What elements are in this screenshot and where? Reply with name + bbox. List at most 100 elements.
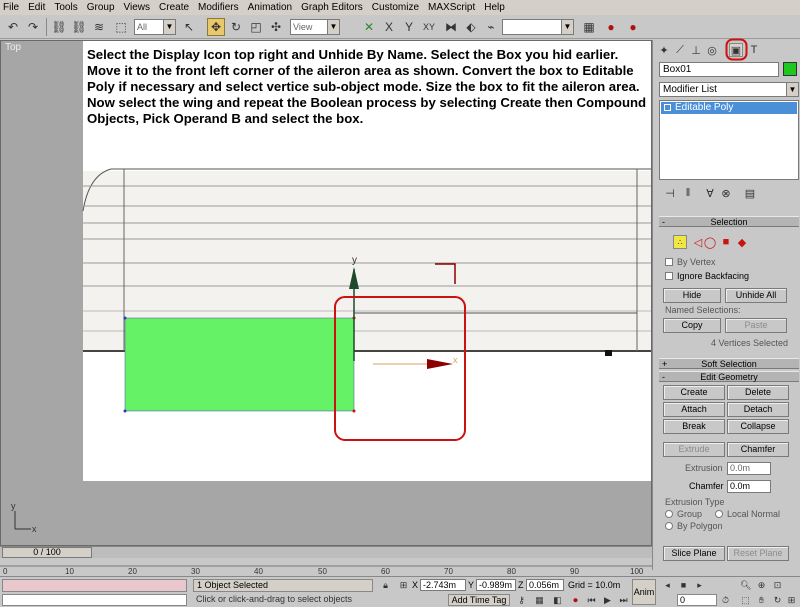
menu-group[interactable]: Group bbox=[87, 2, 115, 13]
ignore-backfacing-checkbox[interactable] bbox=[665, 272, 673, 280]
polygon-mode-icon[interactable]: ■ bbox=[719, 235, 733, 249]
extrude-button[interactable]: Extrude bbox=[663, 442, 725, 457]
maxscript-input-field[interactable] bbox=[2, 594, 187, 606]
slice-plane-button[interactable]: Slice Plane bbox=[663, 546, 725, 561]
hierarchy-tab-icon[interactable]: ⊥ bbox=[689, 43, 703, 57]
chamfer-spinner[interactable]: 0.0m bbox=[727, 480, 771, 493]
zoom-all-icon[interactable]: ⊕ bbox=[756, 580, 767, 591]
menu-modifiers[interactable]: Modifiers bbox=[198, 2, 239, 13]
constrain-x-icon[interactable]: X bbox=[380, 18, 398, 36]
menu-animation[interactable]: Animation bbox=[248, 2, 292, 13]
y-coord-field[interactable]: -0.989m bbox=[476, 579, 516, 591]
constrain-xy-icon[interactable]: XY bbox=[420, 18, 438, 36]
arc-rotate-icon[interactable]: ↻ bbox=[772, 595, 783, 606]
key-icon[interactable]: ⚷ bbox=[516, 595, 527, 606]
menu-edit[interactable]: Edit bbox=[28, 2, 45, 13]
maximize-viewport-icon[interactable]: ⊞ bbox=[786, 595, 797, 606]
object-name-input[interactable]: Box01 bbox=[659, 62, 779, 77]
reference-coord-dropdown[interactable]: View ▼ bbox=[290, 19, 340, 35]
viewport-label[interactable]: Top bbox=[5, 42, 21, 53]
track-bar[interactable]: 0 10 20 30 40 50 60 70 80 90 100 bbox=[0, 558, 652, 576]
break-button[interactable]: Break bbox=[663, 419, 725, 434]
z-coord-field[interactable]: 0.056m bbox=[526, 579, 564, 591]
undo-icon[interactable]: ↶ bbox=[4, 18, 22, 36]
border-mode-icon[interactable]: ◯ bbox=[703, 235, 717, 249]
named-selection-dropdown[interactable]: ▼ bbox=[502, 19, 574, 35]
reset-plane-button[interactable]: Reset Plane bbox=[727, 546, 789, 561]
go-to-end-icon[interactable]: ⏭ bbox=[618, 595, 629, 606]
stop-icon[interactable]: ■ bbox=[678, 580, 689, 591]
align-icon[interactable]: ⬖ bbox=[462, 18, 480, 36]
stack-item-editable-poly[interactable]: Editable Poly bbox=[661, 102, 797, 114]
create-tab-icon[interactable]: ✦ bbox=[657, 43, 671, 57]
select-link-icon[interactable]: ⛓ bbox=[50, 18, 68, 36]
chamfer-button[interactable]: Chamfer bbox=[727, 442, 789, 457]
detach-button[interactable]: Detach bbox=[727, 402, 789, 417]
collapse-button[interactable]: Collapse bbox=[727, 419, 789, 434]
menu-views[interactable]: Views bbox=[124, 2, 151, 13]
paste-button[interactable]: Paste bbox=[725, 318, 787, 333]
utilities-tab-icon[interactable]: T bbox=[747, 43, 761, 57]
group-radio[interactable] bbox=[665, 510, 673, 518]
extrusion-spinner[interactable]: 0.0m bbox=[727, 462, 771, 475]
unlink-icon[interactable]: ⛓ bbox=[70, 18, 88, 36]
copy-button[interactable]: Copy bbox=[663, 318, 721, 333]
time-config-icon[interactable]: ⏱ bbox=[720, 595, 731, 606]
prev-frame-icon[interactable]: ◂ bbox=[662, 580, 673, 591]
create-button[interactable]: Create bbox=[663, 385, 725, 400]
lock-selection-icon[interactable]: 🔒︎ bbox=[380, 580, 391, 591]
menu-create[interactable]: Create bbox=[159, 2, 189, 13]
quick-render-icon[interactable]: ● bbox=[624, 18, 642, 36]
animate-toggle[interactable]: Anim bbox=[632, 579, 656, 605]
maxscript-listener-field[interactable] bbox=[2, 579, 187, 592]
modifier-list-dropdown[interactable]: Modifier List ▼ bbox=[659, 82, 799, 97]
next-frame-icon[interactable]: ▸ bbox=[694, 580, 705, 591]
pin-stack-icon[interactable]: ⊣ bbox=[663, 186, 677, 200]
zoom-icon[interactable]: 🔍︎ bbox=[740, 580, 751, 591]
top-viewport[interactable]: Top Select the Display Icon top right an… bbox=[0, 40, 652, 546]
time-slider-thumb[interactable]: 0 / 100 bbox=[2, 547, 92, 558]
go-to-start-icon[interactable]: ⏮ bbox=[586, 595, 597, 606]
object-color-swatch[interactable] bbox=[783, 62, 797, 76]
scale-icon[interactable]: ◰ bbox=[247, 18, 265, 36]
play-icon[interactable]: ▶ bbox=[602, 595, 613, 606]
edit-geometry-rollout[interactable]: - Edit Geometry bbox=[659, 371, 799, 382]
make-unique-icon[interactable]: ∀ bbox=[703, 186, 717, 200]
auto-key-icon[interactable]: ⏺ bbox=[570, 595, 581, 606]
modify-tab-icon[interactable]: ⟋ bbox=[673, 43, 687, 57]
menu-maxscript[interactable]: MAXScript bbox=[428, 2, 475, 13]
menu-tools[interactable]: Tools bbox=[54, 2, 77, 13]
add-time-tag-button[interactable]: Add Time Tag bbox=[448, 594, 510, 606]
remove-modifier-icon[interactable]: ⊗ bbox=[719, 186, 733, 200]
attach-button[interactable]: Attach bbox=[663, 402, 725, 417]
show-end-result-icon[interactable]: ‖ bbox=[681, 186, 695, 200]
key-filter-icon[interactable]: ▦ bbox=[534, 595, 545, 606]
snap-icon[interactable]: ⌁ bbox=[482, 18, 500, 36]
absolute-mode-icon[interactable]: ⊞ bbox=[398, 580, 409, 591]
region-zoom-icon[interactable]: ⬚ bbox=[740, 595, 751, 606]
menu-file[interactable]: File bbox=[3, 2, 19, 13]
mirror-icon[interactable]: ⧓ bbox=[442, 18, 460, 36]
current-frame-field[interactable]: 0 bbox=[677, 594, 717, 606]
by-vertex-checkbox[interactable] bbox=[665, 258, 673, 266]
move-icon[interactable]: ✥ bbox=[207, 18, 225, 36]
hide-button[interactable]: Hide bbox=[663, 288, 721, 303]
by-polygon-radio[interactable] bbox=[665, 522, 673, 530]
select-manipulate-icon[interactable]: ✕ bbox=[360, 18, 378, 36]
configure-modifier-sets-icon[interactable]: ▤ bbox=[743, 186, 757, 200]
constrain-y-icon[interactable]: Y bbox=[400, 18, 418, 36]
menu-help[interactable]: Help bbox=[484, 2, 505, 13]
menu-customize[interactable]: Customize bbox=[372, 2, 419, 13]
select-object-icon[interactable]: ↖ bbox=[180, 18, 198, 36]
bind-spacewarp-icon[interactable]: ≋ bbox=[90, 18, 108, 36]
material-editor-icon[interactable]: ▦ bbox=[580, 18, 598, 36]
select-region-icon[interactable]: ⬚ bbox=[112, 18, 130, 36]
soft-selection-rollout[interactable]: + Soft Selection bbox=[659, 358, 799, 369]
element-mode-icon[interactable]: ◆ bbox=[735, 235, 749, 249]
pan-icon[interactable]: ✋︎ bbox=[756, 595, 767, 606]
pivot-icon[interactable]: ✣ bbox=[267, 18, 285, 36]
menu-graph-editors[interactable]: Graph Editors bbox=[301, 2, 363, 13]
set-key-icon[interactable]: ◧ bbox=[552, 595, 563, 606]
redo-icon[interactable]: ↷ bbox=[24, 18, 42, 36]
zoom-extents-icon[interactable]: ⊡ bbox=[772, 580, 783, 591]
